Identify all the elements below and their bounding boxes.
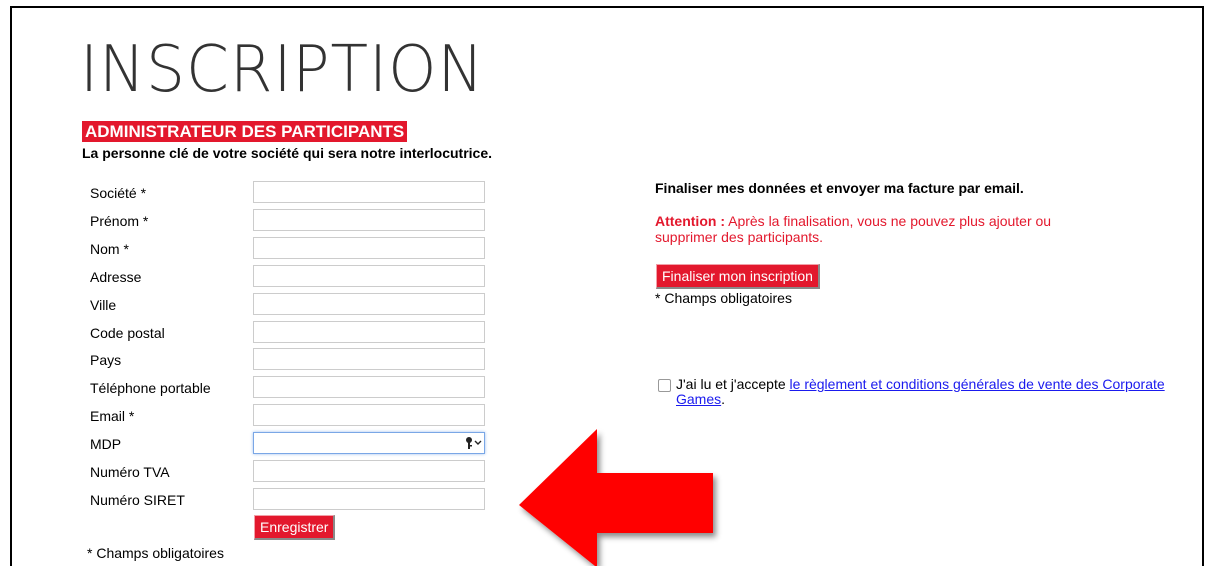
terms-prefix: J'ai lu et j'accepte xyxy=(676,376,786,392)
section-subtitle: La personne clé de votre société qui ser… xyxy=(82,145,493,161)
tva-input[interactable] xyxy=(253,460,485,482)
finalize-button[interactable]: Finaliser mon inscription xyxy=(656,264,820,289)
required-note-form: * Champs obligatoires xyxy=(87,545,224,561)
code-postal-input[interactable] xyxy=(253,321,485,343)
field-label-siret: Numéro SIRET xyxy=(90,492,185,508)
pays-input[interactable] xyxy=(253,348,485,370)
terms-text: J'ai lu et j'accepte le règlement et con… xyxy=(676,377,1196,407)
required-note-finalize: * Champs obligatoires xyxy=(655,290,792,306)
page-title: INSCRIPTION xyxy=(80,33,485,107)
save-button[interactable]: Enregistrer xyxy=(254,515,336,540)
field-label-adresse: Adresse xyxy=(90,269,142,285)
terms-checkbox[interactable] xyxy=(658,379,671,392)
societe-input[interactable] xyxy=(253,181,485,203)
red-arrow-icon xyxy=(519,429,713,566)
field-label-telephone: Téléphone portable xyxy=(90,380,211,396)
password-input[interactable] xyxy=(253,432,485,454)
field-label-email: Email * xyxy=(90,408,135,424)
field-label-pays: Pays xyxy=(90,352,122,368)
adresse-input[interactable] xyxy=(253,265,485,287)
finalize-warning: Attention : Après la finalisation, vous … xyxy=(655,213,1075,245)
field-label-ville: Ville xyxy=(90,297,117,313)
section-heading: ADMINISTRATEUR DES PARTICIPANTS xyxy=(82,121,408,142)
field-label-prenom: Prénom * xyxy=(90,213,149,229)
email-input[interactable] xyxy=(253,404,485,426)
field-label-code-postal: Code postal xyxy=(90,325,165,341)
field-label-tva: Numéro TVA xyxy=(90,464,170,480)
terms-suffix: . xyxy=(721,391,726,407)
ville-input[interactable] xyxy=(253,293,485,315)
siret-input[interactable] xyxy=(253,488,485,510)
warning-label: Attention : xyxy=(655,213,725,229)
field-label-societe: Société * xyxy=(90,185,147,201)
nom-input[interactable] xyxy=(253,237,485,259)
telephone-input[interactable] xyxy=(253,376,485,398)
field-label-nom: Nom * xyxy=(90,241,129,257)
prenom-input[interactable] xyxy=(253,209,485,231)
finalize-heading: Finaliser mes données et envoyer ma fact… xyxy=(655,180,1024,196)
field-label-mdp: MDP xyxy=(90,436,122,452)
key-dropdown-icon[interactable] xyxy=(462,435,484,451)
